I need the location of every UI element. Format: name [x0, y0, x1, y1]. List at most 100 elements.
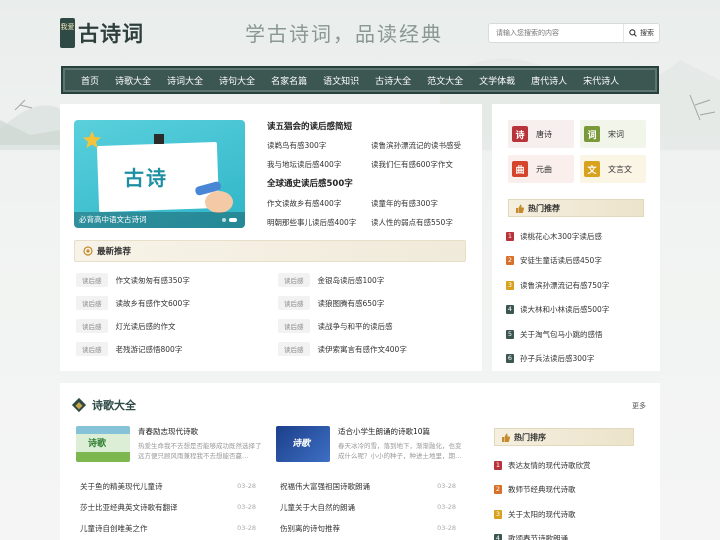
thumbs-up-icon [516, 204, 524, 213]
article-row: 祝福伟大富强祖国诗歌朗诵 03-28 [280, 480, 456, 492]
ranked-link[interactable]: 歌颂春节诗歌朗诵 [508, 533, 568, 540]
recommend-tag[interactable]: 读后感 [76, 296, 108, 310]
category-button[interactable]: 文文言文 [580, 155, 646, 183]
ranked-link[interactable]: 安徒生童话读后感450字 [520, 255, 602, 266]
search-button-label: 搜索 [640, 29, 654, 37]
notes-heading-2[interactable]: 全球通史读后感500字 [267, 177, 353, 189]
recommend-tag[interactable]: 读后感 [278, 273, 310, 287]
recommend-link[interactable]: 读故乡有感作文600字 [116, 298, 190, 309]
poetry-card-title[interactable]: 青春励志现代诗歌 [138, 426, 266, 437]
search-button[interactable]: 搜索 [623, 24, 659, 42]
nav-item[interactable]: 首页 [81, 74, 99, 87]
ranked-item: 5 关于淘气包马小跳的感悟 [506, 327, 609, 341]
recommend-link[interactable]: 金银岛读后感100字 [318, 275, 385, 286]
recommend-tag[interactable]: 读后感 [278, 319, 310, 333]
poetry-card-thumbnail: 诗歌 [76, 426, 130, 462]
ranked-link[interactable]: 关于淘气包马小跳的感悟 [520, 329, 603, 340]
nav-item[interactable]: 诗歌大全 [115, 74, 151, 87]
main-nav: 首页 诗歌大全 诗词大全 诗句大全 名家名篇 语文知识 古诗大全 范文大全 文学体裁 唐代诗人 宋代… [61, 66, 659, 94]
site-logo[interactable]: 我爱 古诗词 [60, 18, 144, 48]
banner-pagination[interactable] [219, 218, 237, 222]
ranked-item: 1 表达友情的现代诗歌欣赏 [494, 458, 591, 472]
poetry-card[interactable]: 诗歌 青春励志现代诗歌 热爱生命我不去想是否能够成功既然选择了远方便只顾风雨兼程… [76, 426, 266, 462]
notes-link[interactable]: 读人性的弱点有感550字 [371, 217, 491, 228]
article-date: 03-28 [437, 482, 456, 490]
sidebar-panel: 诗唐诗词宋词曲元曲文文言文 热门推荐 1 读桃花心木300字读后感 2 安徒生童话读后… [492, 104, 660, 371]
nav-item[interactable]: 范文大全 [427, 74, 463, 87]
recommend-link[interactable]: 读狼图腾有感650字 [318, 298, 385, 309]
banner-dot[interactable] [222, 218, 226, 222]
recommend-link[interactable]: 老残游记感悟800字 [116, 344, 183, 355]
rank-number: 2 [494, 485, 502, 495]
hot-ranking-title: 热门排序 [514, 432, 546, 442]
article-link[interactable]: 伤别离的诗句推荐 [280, 523, 340, 534]
recommend-tag[interactable]: 读后感 [278, 296, 310, 310]
category-label: 元曲 [536, 164, 552, 174]
ranked-link[interactable]: 读桃花心木300字读后感 [520, 231, 602, 242]
category-button[interactable]: 诗唐诗 [508, 120, 574, 148]
notes-list-1: 读鹈鸟有感300字 读鲁滨孙漂流记的读书感受 我与地坛读后感400字 读我们仨有感60… [267, 140, 491, 170]
search-input[interactable] [489, 24, 623, 42]
nav-item[interactable]: 古诗大全 [375, 74, 411, 87]
nav-item[interactable]: 诗句大全 [219, 74, 255, 87]
recommend-tag[interactable]: 读后感 [278, 342, 310, 356]
recommend-link[interactable]: 灯光读后感的作文 [116, 321, 176, 332]
recommend-item: 读后感 读故乡有感作文600字 [76, 296, 278, 310]
category-button[interactable]: 曲元曲 [508, 155, 574, 183]
nav-item[interactable]: 文学体裁 [479, 74, 515, 87]
nav-item[interactable]: 诗词大全 [167, 74, 203, 87]
nav-item[interactable]: 名家名篇 [271, 74, 307, 87]
rank-number: 3 [494, 509, 502, 519]
ranked-item: 3 关于太阳的现代诗歌 [494, 507, 591, 521]
poetry-card-title[interactable]: 适合小学生朗诵的诗歌10篇 [338, 426, 466, 437]
poetry-card[interactable]: 诗歌 适合小学生朗诵的诗歌10篇 春天冰冷的雪，落到地下，渐渐融化，也变成什么呢… [276, 426, 466, 462]
notes-heading-1[interactable]: 读五猖会的读后感简短 [267, 120, 352, 132]
search-box: 搜索 [488, 23, 660, 43]
ranked-link[interactable]: 关于太阳的现代诗歌 [508, 509, 576, 520]
site-slogan: 学古诗词，品读经典 [245, 22, 443, 46]
recommend-item: 读后感 老残游记感悟800字 [76, 342, 278, 356]
banner-dot-active[interactable] [229, 218, 237, 222]
logo-seal: 我爱 [60, 18, 75, 48]
hot-recommend-title: 热门推荐 [528, 203, 560, 213]
category-button[interactable]: 词宋词 [580, 120, 646, 148]
ranked-item: 6 孙子兵法读后感300字 [506, 352, 609, 366]
nav-item[interactable]: 宋代诗人 [583, 74, 619, 87]
category-grid: 诗唐诗词宋词曲元曲文文言文 [508, 120, 646, 183]
ranked-link[interactable]: 孙子兵法读后感300字 [520, 353, 594, 364]
nav-item[interactable]: 唐代诗人 [531, 74, 567, 87]
notes-link[interactable]: 读鲁滨孙漂流记的读书感受 [371, 140, 491, 151]
article-link[interactable]: 儿童关于大自然的朗诵 [280, 502, 355, 513]
ranked-link[interactable]: 读鲁滨孙漂流记有感750字 [520, 280, 609, 291]
notes-link[interactable]: 明朝那些事儿读后感400字 [267, 217, 371, 228]
notes-link[interactable]: 我与地坛读后感400字 [267, 159, 371, 170]
notes-link[interactable]: 读鹈鸟有感300字 [267, 140, 371, 151]
recommend-link[interactable]: 读伊索寓言有感作文400字 [318, 344, 407, 355]
more-link[interactable]: 更多 [632, 401, 646, 411]
recommend-tag[interactable]: 读后感 [76, 319, 108, 333]
notes-link[interactable]: 读我们仨有感600字作文 [371, 159, 491, 170]
article-date: 03-28 [237, 524, 256, 532]
poetry-card-desc: 春天冰冷的雪，落到地下，渐渐融化，也变成什么呢？小小的种子，种进土地里，期… [338, 442, 462, 460]
main-panel: 古诗 必背高中语文古诗词 读五猖会的读后感简短 读鹈鸟有感300字 读鲁滨孙漂流记… [60, 104, 482, 371]
ranked-link[interactable]: 读大林和小林读后感500字 [520, 304, 609, 315]
category-icon: 词 [584, 126, 600, 142]
article-link[interactable]: 关于鱼的精美现代儿童诗 [80, 481, 163, 492]
article-link[interactable]: 祝福伟大富强祖国诗歌朗诵 [280, 481, 370, 492]
recommend-tag[interactable]: 读后感 [76, 342, 108, 356]
banner-slideshow[interactable]: 古诗 必背高中语文古诗词 [74, 120, 245, 228]
recommend-tag[interactable]: 读后感 [76, 273, 108, 287]
ranked-link[interactable]: 教师节经典现代诗歌 [508, 484, 576, 495]
article-link[interactable]: 莎士比亚经典英文诗歌有翻译 [80, 502, 178, 513]
notes-link[interactable]: 读童年的有感300字 [371, 198, 491, 209]
recommend-link[interactable]: 作文读匆匆有感350字 [116, 275, 190, 286]
ranked-link[interactable]: 表达友情的现代诗歌欣赏 [508, 460, 591, 471]
category-icon: 文 [584, 161, 600, 177]
category-icon: 曲 [512, 161, 528, 177]
binder-clip-icon [154, 134, 164, 144]
nav-item[interactable]: 语文知识 [323, 74, 359, 87]
notes-link[interactable]: 作文读故乡有感400字 [267, 198, 371, 209]
article-link[interactable]: 儿童诗自创唯美之作 [80, 523, 148, 534]
recommend-link[interactable]: 读战争与和平的读后感 [318, 321, 393, 332]
category-label: 唐诗 [536, 129, 552, 139]
